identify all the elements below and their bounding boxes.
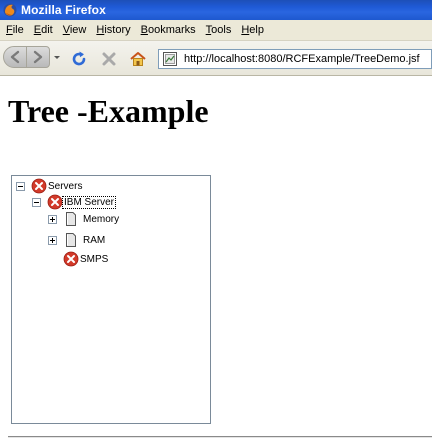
- tree-node-label: SMPS: [80, 253, 109, 265]
- window-title: Mozilla Firefox: [21, 3, 106, 17]
- tree-node-smps[interactable]: SMPS: [63, 251, 109, 267]
- collapse-icon[interactable]: [16, 181, 25, 191]
- history-dropdown-icon[interactable]: [53, 52, 61, 62]
- home-icon[interactable]: [129, 50, 147, 68]
- back-button[interactable]: [3, 46, 27, 68]
- document-icon: [66, 212, 76, 226]
- back-forward-group: [3, 46, 61, 70]
- url-text: http://localhost:8080/RCFExample/TreeDem…: [184, 53, 420, 65]
- tree-panel: Servers IBM Server Memory RAM SMPS: [11, 175, 211, 424]
- page-title: Tree -Example: [8, 93, 209, 129]
- menu-edit[interactable]: Edit: [34, 24, 53, 36]
- expand-icon[interactable]: [48, 235, 57, 245]
- error-icon: [63, 251, 79, 267]
- firefox-icon: [3, 3, 17, 17]
- menu-bookmarks-rest: ookmarks: [147, 24, 196, 36]
- menu-view-rest: iew: [69, 24, 87, 36]
- forward-button[interactable]: [26, 46, 50, 68]
- stop-icon[interactable]: [100, 50, 118, 68]
- error-icon: [47, 194, 63, 210]
- menu-file-accel: F: [6, 24, 13, 36]
- menu-history[interactable]: History: [96, 24, 130, 36]
- error-icon: [31, 178, 47, 194]
- navigation-toolbar: http://localhost:8080/RCFExample/TreeDem…: [0, 41, 432, 76]
- menu-edit-accel: E: [33, 24, 42, 36]
- tree-node-ram[interactable]: RAM: [48, 232, 106, 248]
- tree-node-servers[interactable]: Servers: [16, 178, 83, 194]
- menu-tools-rest: ools: [211, 24, 232, 36]
- menu-bookmarks-accel: B: [140, 24, 148, 36]
- menu-bar: File Edit View History Bookmarks Tools H…: [0, 20, 432, 41]
- menu-help-rest: elp: [249, 24, 264, 36]
- collapse-icon[interactable]: [32, 197, 41, 207]
- menu-view-accel: V: [62, 24, 70, 36]
- menu-help[interactable]: Help: [241, 24, 264, 36]
- url-bar[interactable]: http://localhost:8080/RCFExample/TreeDem…: [158, 49, 432, 69]
- menu-history-rest: istory: [104, 24, 131, 36]
- browser-window: Mozilla Firefox File Edit View History B…: [0, 0, 432, 444]
- menu-edit-rest: dit: [41, 24, 53, 36]
- forward-icon: [33, 50, 43, 64]
- horizontal-rule: [8, 436, 432, 438]
- menu-file-rest: ile: [12, 24, 24, 36]
- back-icon: [10, 50, 20, 64]
- menu-bookmarks[interactable]: Bookmarks: [141, 24, 196, 36]
- tree-node-label: Memory: [83, 213, 120, 225]
- menu-file[interactable]: File: [6, 24, 24, 36]
- tree-node-label: IBM Server: [61, 195, 117, 209]
- title-bar: Mozilla Firefox: [0, 0, 432, 20]
- tree-node-label: Servers: [48, 180, 83, 192]
- document-icon: [66, 233, 76, 247]
- page-icon: [163, 52, 177, 66]
- menu-tools[interactable]: Tools: [206, 24, 232, 36]
- reload-icon[interactable]: [70, 50, 88, 68]
- expand-icon[interactable]: [48, 214, 57, 224]
- menu-view[interactable]: View: [63, 24, 87, 36]
- tree-node-memory[interactable]: Memory: [48, 211, 120, 227]
- tree-node-ibm-server[interactable]: IBM Server: [32, 194, 117, 210]
- tree-node-label: RAM: [83, 234, 106, 246]
